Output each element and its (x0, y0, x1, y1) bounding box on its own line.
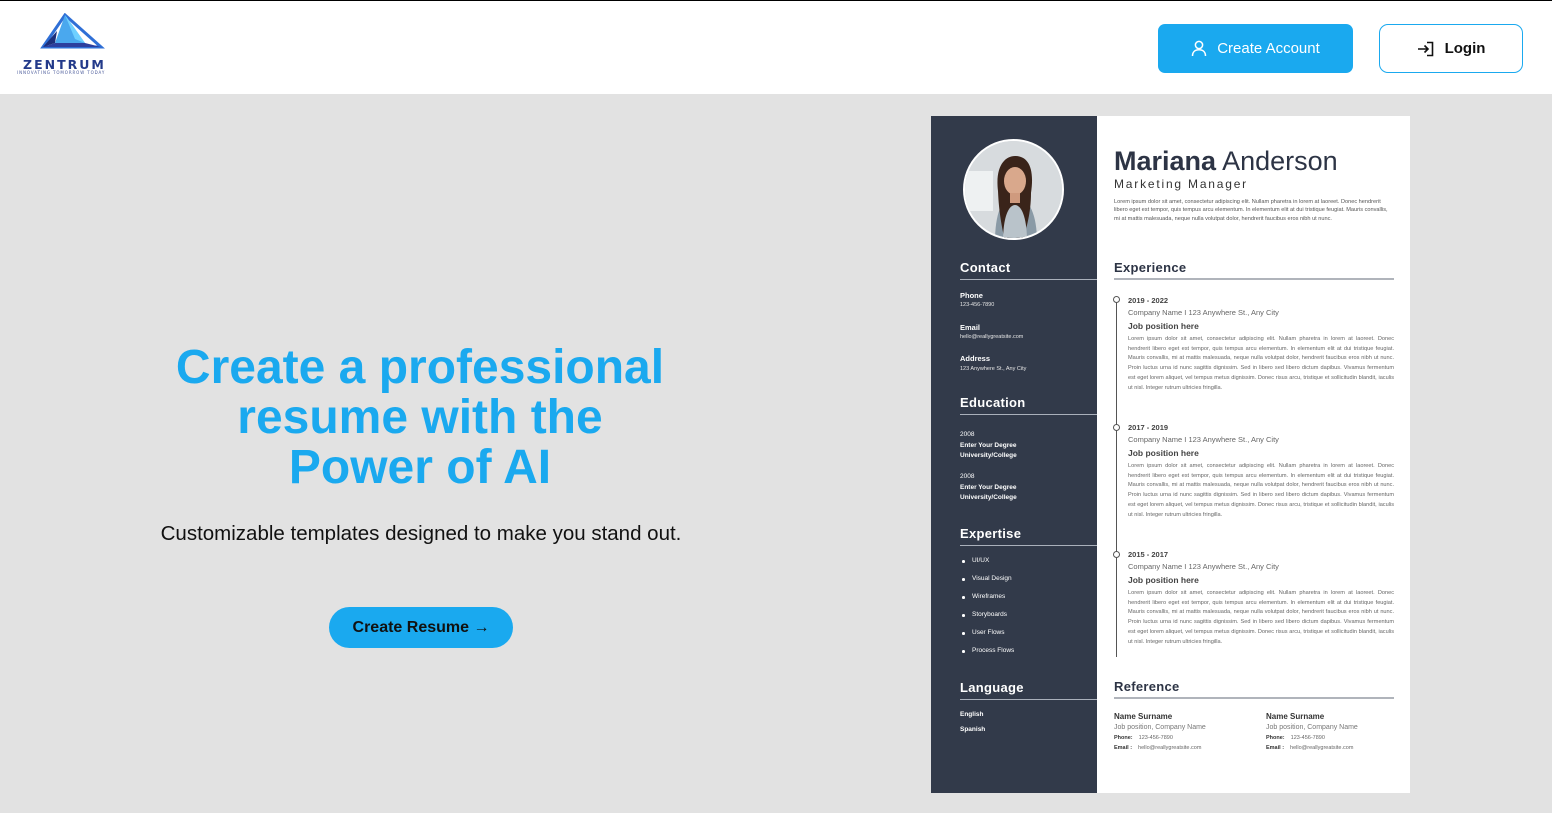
reference-divider (1114, 697, 1394, 699)
expertise-item: UI/UX (962, 557, 1014, 575)
education-divider (960, 414, 1097, 415)
reference-name: Name Surname (1114, 712, 1173, 721)
resume-first-name: Mariana (1114, 146, 1217, 176)
timeline-dot (1113, 424, 1120, 431)
reference-name: Name Surname (1266, 712, 1325, 721)
experience-description: Lorem ipsum dolor sit amet, consectetur … (1128, 336, 1394, 391)
expertise-list: UI/UX Visual Design Wireframes Storyboar… (962, 557, 1014, 665)
education-school: University/College (960, 452, 1017, 459)
expertise-item: User Flows (962, 629, 1014, 647)
experience-heading: Experience (1114, 260, 1187, 275)
education-item: 2008 Enter Your Degree University/Colleg… (960, 472, 1017, 504)
timeline-dot (1113, 551, 1120, 558)
language-item: Spanish (960, 726, 986, 733)
experience-company: Company Name I 123 Anywhere St., Any Cit… (1128, 308, 1279, 317)
login-label: Login (1444, 40, 1486, 57)
experience-description: Lorem ipsum dolor sit amet, consectetur … (1128, 463, 1394, 518)
resume-intro: Lorem ipsum dolor sit amet, consectetur … (1114, 199, 1388, 222)
experience-item: 2017 - 2019 Company Name I 123 Anywhere … (1128, 423, 1394, 520)
resume-name: Mariana Anderson (1114, 146, 1338, 177)
login-button[interactable]: Login (1379, 24, 1523, 73)
reference-position: Job position, Company Name (1114, 724, 1206, 731)
education-year: 2008 (960, 431, 975, 438)
reference-heading: Reference (1114, 679, 1180, 694)
hero-subtitle: Customizable templates designed to make … (160, 522, 682, 545)
experience-position: Job position here (1128, 575, 1199, 585)
experience-years: 2019 - 2022 (1128, 296, 1169, 305)
expertise-item: Wireframes (962, 593, 1014, 611)
reference-email: Email : hello@reallygreatsite.com (1114, 745, 1202, 751)
expertise-divider (960, 545, 1097, 546)
phone-label: Phone (960, 291, 983, 300)
expertise-heading: Expertise (960, 526, 1022, 541)
education-degree: Enter Your Degree (960, 441, 1017, 449)
education-degree: Enter Your Degree (960, 483, 1017, 491)
experience-company: Company Name I 123 Anywhere St., Any Cit… (1128, 562, 1279, 571)
expertise-item: Storyboards (962, 611, 1014, 629)
experience-item: 2015 - 2017 Company Name I 123 Anywhere … (1128, 550, 1394, 647)
reference-email: Email : hello@reallygreatsite.com (1266, 745, 1354, 751)
create-account-label: Create Account (1217, 40, 1320, 57)
email-value: hello@reallygreatsite.com (960, 334, 1024, 340)
phone-value: 123-456-7890 (960, 302, 995, 308)
reference-item: Name Surname Job position, Company Name … (1266, 712, 1358, 751)
login-arrow-icon (1417, 41, 1433, 56)
education-heading: Education (960, 395, 1026, 410)
timeline-line (1116, 299, 1117, 657)
reference-phone: Phone: 123-456-7890 (1266, 735, 1325, 741)
email-label: Email (960, 323, 981, 332)
contact-heading: Contact (960, 260, 1011, 275)
user-icon (1191, 40, 1207, 57)
experience-item: 2019 - 2022 Company Name I 123 Anywhere … (1128, 296, 1394, 393)
triangle-logo-icon (40, 13, 105, 49)
timeline-dot (1113, 296, 1120, 303)
hero-title-line2: resume with the (237, 391, 603, 444)
hero-title: Create a professional resume with the Po… (130, 343, 710, 493)
address-value: 123 Anywhere St., Any City (960, 366, 1027, 372)
education-year: 2008 (960, 473, 975, 480)
education-item: 2008 Enter Your Degree University/Colleg… (960, 430, 1017, 462)
experience-years: 2017 - 2019 (1128, 423, 1169, 432)
address-label: Address (960, 354, 991, 363)
reference-phone: Phone: 123-456-7890 (1114, 735, 1173, 741)
language-item: English (960, 711, 984, 718)
hero-title-line1: Create a professional (175, 341, 665, 394)
logo-tagline: INNOVATING TOMORROW TODAY (17, 70, 106, 75)
experience-company: Company Name I 123 Anywhere St., Any Cit… (1128, 435, 1279, 444)
create-account-button[interactable]: Create Account (1158, 24, 1353, 73)
reference-item: Name Surname Job position, Company Name … (1114, 712, 1206, 751)
resume-preview: Contact Phone 123-456-7890 Email hello@r… (931, 116, 1410, 793)
language-divider (960, 699, 1097, 700)
profile-photo (963, 139, 1064, 240)
resume-main: Mariana Anderson Marketing Manager Lorem… (1097, 116, 1410, 793)
experience-years: 2015 - 2017 (1128, 550, 1169, 559)
resume-last-name: Anderson (1222, 146, 1338, 176)
expertise-item: Visual Design (962, 575, 1014, 593)
language-heading: Language (960, 680, 1024, 695)
education-school: University/College (960, 494, 1017, 501)
experience-divider (1114, 278, 1394, 280)
experience-description: Lorem ipsum dolor sit amet, consectetur … (1128, 590, 1394, 645)
reference-position: Job position, Company Name (1266, 724, 1358, 731)
expertise-item: Process Flows (962, 647, 1014, 665)
create-resume-button[interactable]: Create Resume → (329, 607, 513, 648)
contact-divider (960, 279, 1097, 280)
zentrum-logo[interactable]: ZENTRUM INNOVATING TOMORROW TODAY (16, 13, 126, 79)
experience-position: Job position here (1128, 321, 1199, 331)
resume-sidebar: Contact Phone 123-456-7890 Email hello@r… (931, 116, 1097, 793)
experience-position: Job position here (1128, 448, 1199, 458)
resume-role: Marketing Manager (1114, 177, 1248, 191)
hero-title-line3: Power of AI (288, 441, 552, 494)
top-navbar: ZENTRUM INNOVATING TOMORROW TODAY Create… (0, 0, 1552, 94)
